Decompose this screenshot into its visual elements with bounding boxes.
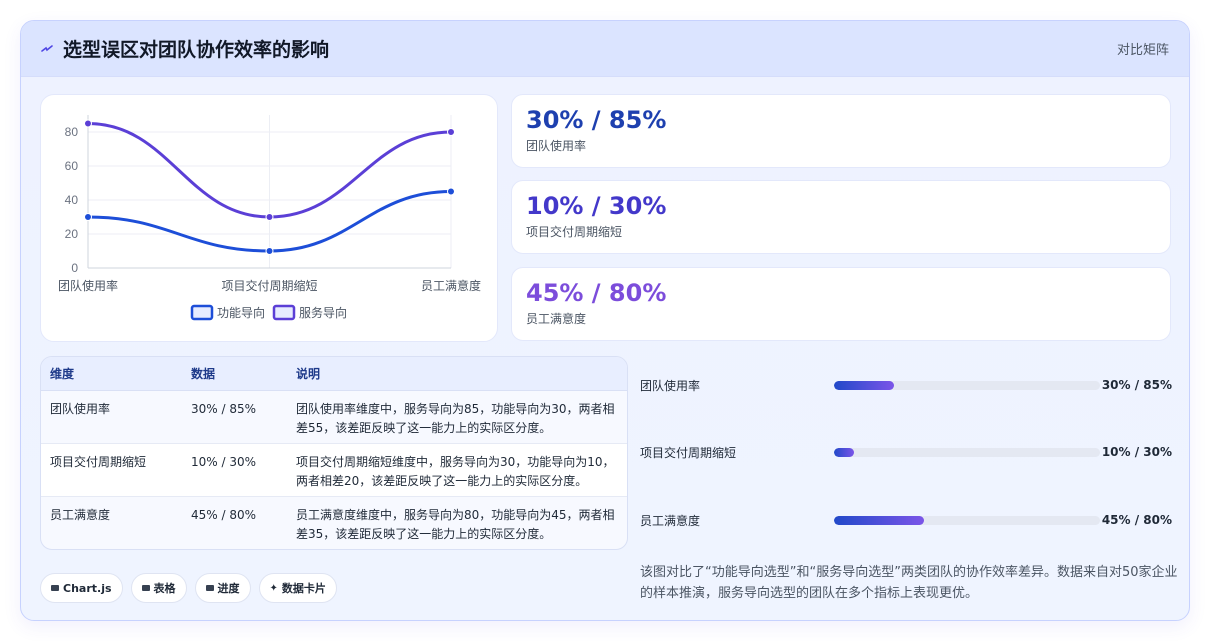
data-point — [84, 213, 92, 221]
data-point — [84, 119, 92, 128]
progress-row-delivery: 项目交付周期缩短 10% / 30% — [640, 442, 1172, 462]
progress-label: 团队使用率 — [640, 378, 701, 393]
table-cell: 员工满意度维度中，服务导向为80，功能导向为45，两者相差35，该差距反映了这一… — [296, 507, 615, 541]
line-chart: 0 20 40 60 80 团队使用率 项目交付周期缩短 员工满意度功能导向 服务导向 — [58, 115, 481, 321]
tag-chartjs[interactable]: Chart.js — [40, 573, 123, 603]
line-chart-card: 0 20 40 60 80 团队使用率 项目交付周期缩短 员工满意度功能导向 服务导向 — [40, 94, 498, 342]
progress-track — [834, 447, 1100, 457]
y-tick-label: 0 — [71, 261, 78, 275]
table-icon — [141, 585, 150, 591]
table-cell: 团队使用率 — [41, 390, 182, 444]
tag-list: Chart.js 表格 进度 ✦ 数据卡片 — [40, 573, 337, 603]
table-header: 数据 — [182, 357, 287, 391]
progress-fill — [834, 447, 854, 457]
main-panel: 选型误区对团队协作效率的影响 对比矩阵 0 20 40 60 80 团队使用率 项目交付周期… — [20, 20, 1190, 621]
tag-label: 进度 — [217, 582, 240, 595]
folder-icon — [205, 585, 214, 591]
stat-value: 30% / 85% — [526, 106, 667, 134]
y-tick-label: 80 — [65, 125, 79, 139]
progress-row-usage: 团队使用率 30% / 85% — [640, 375, 1172, 395]
progress-fill — [834, 380, 894, 390]
legend-swatch — [190, 304, 214, 321]
stat-label: 项目交付周期缩短 — [526, 225, 623, 239]
table-cell: 30% / 85% — [182, 390, 287, 444]
table-cell: 员工满意度 — [50, 507, 111, 522]
table-row: 团队使用率 30% / 85% 团队使用率维度中，服务导向为85，功能导向为30… — [41, 390, 627, 444]
page-title: 选型误区对团队协作效率的影响 — [63, 39, 330, 61]
panel-header: 选型误区对团队协作效率的影响 对比矩阵 — [21, 21, 1189, 77]
tag-label: Chart.js — [63, 581, 112, 595]
data-point — [265, 213, 274, 221]
legend-swatch — [272, 304, 296, 321]
stat-card-satisfaction: 45% / 80% 员工满意度 — [511, 267, 1171, 341]
stat-value: 45% / 80% — [526, 279, 667, 307]
chart-icon — [51, 585, 59, 591]
table-cell: 项目交付周期缩短 — [41, 443, 182, 497]
table-cell: 项目交付周期缩短维度中，服务导向为30，功能导向为10，两者相差20，该差距反映… — [287, 443, 627, 497]
table-cell: 10% / 30% — [182, 443, 287, 497]
progress-fill — [834, 515, 925, 525]
y-tick-label: 20 — [65, 227, 79, 241]
chart-description: 该图对比了“功能导向选型”和“服务导向选型”两类团队的协作效率差异。数据来自对5… — [640, 565, 1178, 601]
legend-label: 功能导向 — [217, 305, 265, 320]
tag-table[interactable]: 表格 — [130, 573, 187, 603]
stat-value: 10% / 30% — [526, 192, 667, 220]
data-point — [265, 247, 274, 255]
data-point — [447, 128, 455, 136]
progress-row-satisfaction: 员工满意度 45% / 80% — [640, 510, 1172, 530]
progress-value: 30% / 85% — [1101, 378, 1172, 392]
y-tick-label: 60 — [65, 159, 79, 173]
progress-value: 45% / 80% — [1101, 513, 1172, 527]
table-header: 说明 — [287, 357, 627, 391]
table-cell: 团队使用率维度中，服务导向为85，功能导向为30，两者相差55，该差距反映了这一… — [287, 390, 627, 444]
stat-card-usage: 30% / 85% 团队使用率 — [511, 94, 1171, 168]
matrix-label: 对比矩阵 — [1116, 43, 1169, 58]
stat-label: 员工满意度 — [526, 312, 587, 326]
stat-card-delivery: 10% / 30% 项目交付周期缩短 — [511, 180, 1171, 254]
table-row: 项目交付周期缩短 10% / 30% 项目交付周期缩短维度中，服务导向为30，功… — [41, 443, 627, 497]
table-header: 维度 — [41, 357, 182, 391]
progress-track — [834, 515, 1100, 525]
x-tick-label: 团队使用率 — [58, 278, 118, 293]
sparkle-icon: ✦ — [269, 582, 278, 594]
comparison-table: 维度 数据 说明 团队使用率 30% / 85% 团队使用率维度中，服务导向为8… — [41, 357, 627, 549]
comparison-table-card: 维度 数据 说明 团队使用率 30% / 85% 团队使用率维度中，服务导向为8… — [40, 356, 628, 550]
progress-value: 10% / 30% — [1101, 445, 1172, 459]
stat-label: 团队使用率 — [526, 139, 587, 153]
progress-track — [834, 380, 1100, 390]
table-row: 员工满意度 45% / 80% 员工满意度维度中，服务导向为80，功能导向为45… — [41, 496, 627, 549]
table-cell: 45% / 80% — [191, 507, 257, 522]
data-point — [447, 187, 455, 196]
x-tick-label: 项目交付周期缩短 — [221, 278, 317, 293]
tag-label: 表格 — [153, 582, 176, 595]
lightning-icon — [41, 44, 53, 52]
y-tick-label: 40 — [65, 193, 79, 207]
tag-label: 数据卡片 — [281, 582, 326, 595]
progress-label: 项目交付周期缩短 — [640, 445, 737, 460]
legend-label: 服务导向 — [299, 305, 347, 320]
tag-progress[interactable]: 进度 — [194, 573, 251, 603]
tag-data-card[interactable]: ✦ 数据卡片 — [258, 573, 337, 603]
progress-label: 员工满意度 — [640, 513, 701, 528]
x-tick-label: 员工满意度 — [421, 278, 481, 293]
